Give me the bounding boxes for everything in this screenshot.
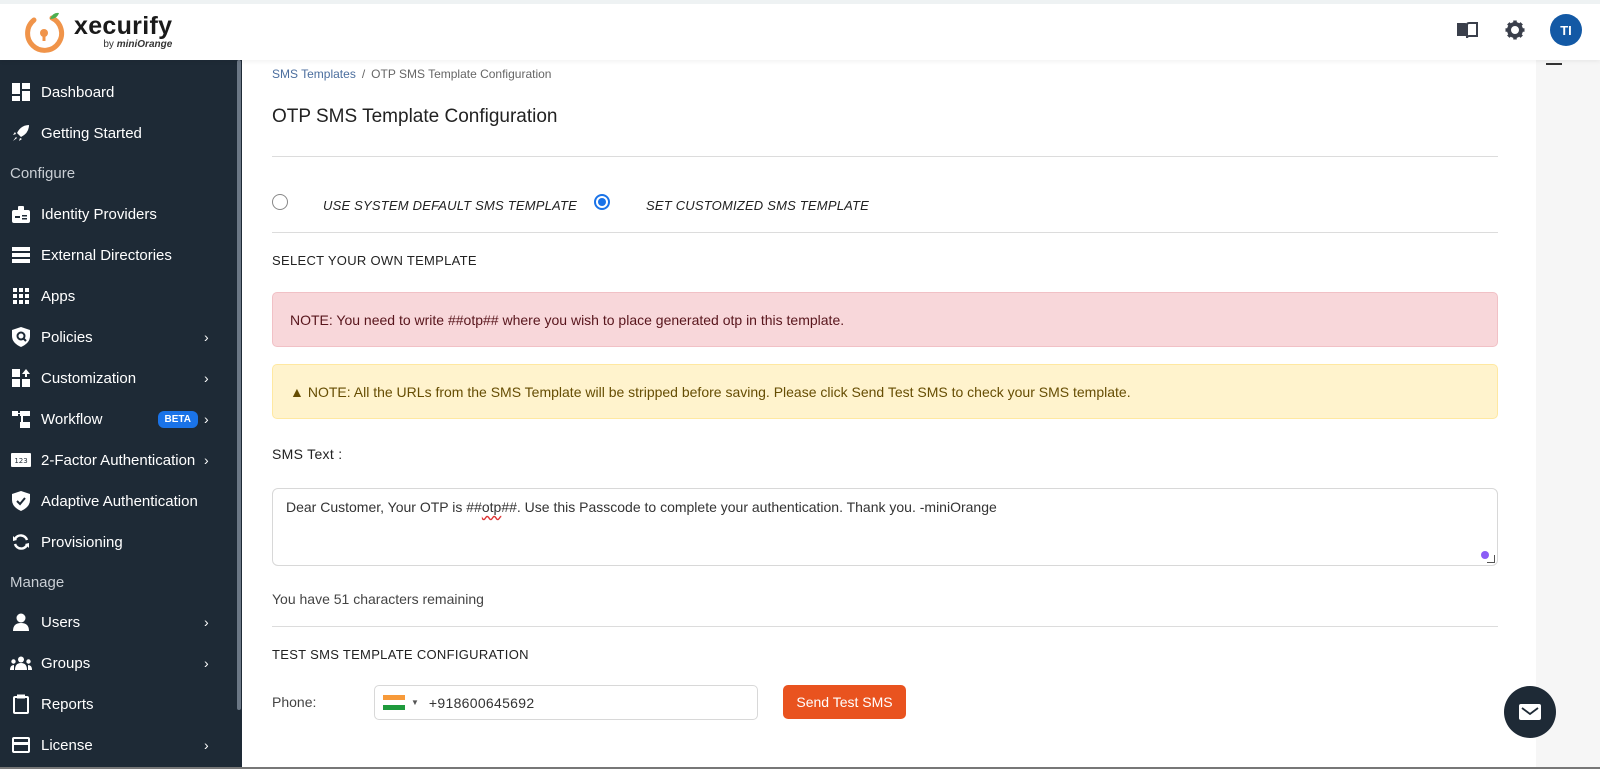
customization-icon (10, 367, 32, 389)
sidebar-scroll-thumb[interactable] (237, 60, 241, 710)
workflow-icon (10, 408, 32, 430)
sidebar-item-license[interactable]: License › (0, 725, 236, 765)
country-dropdown-caret-icon[interactable]: ▼ (411, 698, 419, 707)
sidebar-item-identity-providers[interactable]: Identity Providers (0, 194, 236, 234)
brand-name: xecurify (74, 12, 173, 40)
radio-system-default[interactable] (272, 194, 288, 210)
shield-check-icon (10, 490, 32, 512)
phone-label: Phone: (272, 694, 317, 710)
gear-icon[interactable] (1502, 17, 1528, 43)
sidebar: Dashboard Getting Started Configure Iden… (0, 60, 242, 769)
breadcrumb: SMS Templates / OTP SMS Template Configura… (272, 67, 552, 81)
top-bar: xecurify by miniOrange TI (0, 0, 1600, 60)
sidebar-item-apps[interactable]: Apps (0, 276, 236, 316)
xecurify-logo-icon (25, 12, 65, 53)
avatar[interactable]: TI (1550, 14, 1582, 46)
main-content: SMS Templates / OTP SMS Template Configura… (242, 60, 1536, 769)
characters-remaining: You have 51 characters remaining (272, 591, 484, 607)
page-title: OTP SMS Template Configuration (272, 106, 558, 127)
sidebar-item-groups[interactable]: Groups › (0, 643, 236, 683)
logo[interactable]: xecurify by miniOrange (22, 10, 172, 56)
card-icon (10, 734, 32, 756)
breadcrumb-current: OTP SMS Template Configuration (371, 67, 552, 81)
users-icon (10, 652, 32, 674)
sidebar-item-reports[interactable]: Reports (0, 684, 236, 724)
chevron-right-icon: › (204, 452, 209, 468)
radio-customized[interactable] (594, 194, 610, 210)
otp-note-alert: NOTE: You need to write ##otp## where yo… (272, 292, 1498, 347)
radio-system-default-label[interactable]: USE SYSTEM DEFAULT SMS TEMPLATE (323, 198, 577, 213)
chevron-right-icon: › (204, 329, 209, 345)
sidebar-item-external-directories[interactable]: External Directories (0, 235, 236, 275)
mail-icon (1519, 704, 1541, 720)
sidebar-item-2fa[interactable]: 123 2-Factor Authentication › (0, 440, 236, 480)
rocket-icon (10, 122, 32, 144)
clipboard-icon (10, 693, 32, 715)
chevron-right-icon: › (204, 614, 209, 630)
resize-handle-icon[interactable] (1487, 555, 1495, 563)
sidebar-item-adaptive-authentication[interactable]: Adaptive Authentication (0, 481, 236, 521)
breadcrumb-sms-templates[interactable]: SMS Templates (272, 67, 356, 81)
radio-customized-label[interactable]: SET CUSTOMIZED SMS TEMPLATE (646, 198, 869, 213)
divider (272, 156, 1498, 157)
sidebar-item-dashboard[interactable]: Dashboard (0, 72, 236, 112)
book-icon[interactable] (1454, 17, 1480, 43)
sidebar-item-provisioning[interactable]: Provisioning (0, 522, 236, 562)
chevron-right-icon: › (204, 370, 209, 386)
sync-icon (10, 531, 32, 553)
mail-button[interactable] (1504, 686, 1556, 738)
id-badge-icon (10, 203, 32, 225)
sidebar-item-policies[interactable]: Policies › (0, 317, 236, 357)
divider (272, 232, 1498, 233)
test-sms-heading: TEST SMS TEMPLATE CONFIGURATION (272, 647, 529, 662)
server-icon (10, 244, 32, 266)
warning-icon: ▲ (290, 383, 304, 400)
dashboard-icon (10, 81, 32, 103)
send-test-sms-button[interactable]: Send Test SMS (783, 685, 906, 719)
section-configure: Configure (10, 165, 76, 182)
chevron-right-icon: › (204, 655, 209, 671)
sidebar-item-users[interactable]: Users › (0, 602, 236, 642)
divider (272, 626, 1498, 627)
svg-text:123: 123 (14, 457, 27, 465)
select-template-heading: SELECT YOUR OWN TEMPLATE (272, 253, 477, 268)
india-flag-icon[interactable] (383, 695, 405, 710)
right-panel (1536, 60, 1600, 769)
grid-icon (10, 285, 32, 307)
123-icon: 123 (10, 449, 32, 471)
phone-input[interactable]: ▼ +918600645692 (374, 685, 758, 720)
sidebar-item-customization[interactable]: Customization › (0, 358, 236, 398)
user-icon (10, 611, 32, 633)
sidebar-item-workflow[interactable]: Workflow BETA › (0, 399, 236, 439)
url-note-alert: ▲ NOTE: All the URLs from the SMS Templa… (272, 364, 1498, 419)
sms-text-label: SMS Text : (272, 446, 343, 462)
sidebar-item-getting-started[interactable]: Getting Started (0, 113, 236, 153)
shield-search-icon (10, 326, 32, 348)
beta-badge: BETA (157, 410, 198, 428)
chevron-right-icon: › (204, 411, 209, 427)
sms-text-input[interactable]: Dear Customer, Your OTP is ##otp##. Use … (272, 488, 1498, 566)
chevron-right-icon: › (204, 737, 209, 753)
section-manage: Manage (10, 574, 65, 591)
